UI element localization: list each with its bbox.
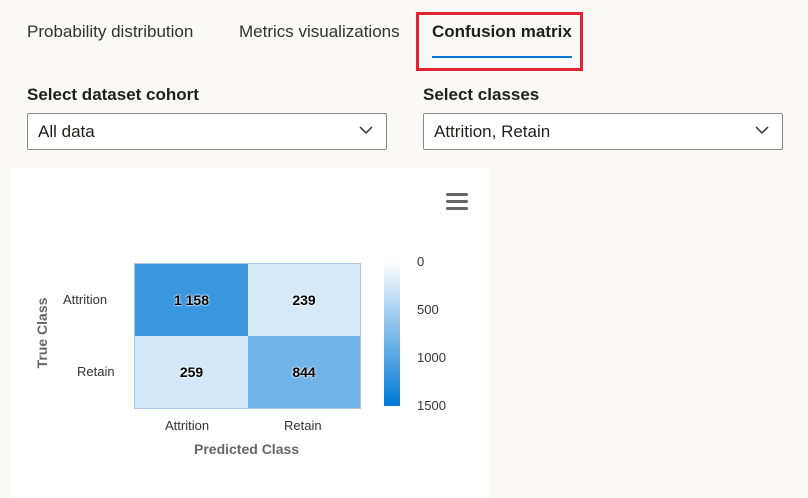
cohort-dropdown[interactable]: All data: [27, 113, 387, 150]
colorbar-tick: 1500: [417, 398, 446, 413]
chevron-down-icon: [754, 114, 770, 161]
matrix-border: [134, 263, 361, 409]
tab-metrics-visualizations[interactable]: Metrics visualizations: [239, 20, 400, 64]
colorbar-tick: 500: [417, 302, 439, 317]
classes-label: Select classes: [423, 85, 540, 104]
tab-label: Probability distribution: [27, 22, 194, 41]
classes-dropdown[interactable]: Attrition, Retain: [423, 113, 783, 150]
tab-probability-distribution[interactable]: Probability distribution: [27, 20, 193, 64]
tab-label: Metrics visualizations: [239, 22, 400, 41]
cohort-label: Select dataset cohort: [27, 85, 199, 104]
colorbar-tick: 1000: [417, 350, 446, 365]
colorbar-tick: 0: [417, 254, 425, 269]
hamburger-menu-icon[interactable]: [446, 193, 468, 211]
chevron-down-icon: [358, 114, 374, 161]
x-tick-label: Attrition: [165, 418, 210, 433]
y-axis-title: True Class: [34, 297, 50, 369]
y-tick-label: Retain: [77, 364, 115, 379]
y-tick-label: Attrition: [63, 292, 108, 307]
colorbar: [384, 261, 400, 406]
highlight-box: [416, 12, 583, 71]
classes-value: Attrition, Retain: [434, 122, 551, 141]
cohort-value: All data: [38, 122, 95, 141]
x-axis-title: Predicted Class: [194, 441, 300, 457]
x-tick-label: Retain: [284, 418, 322, 433]
